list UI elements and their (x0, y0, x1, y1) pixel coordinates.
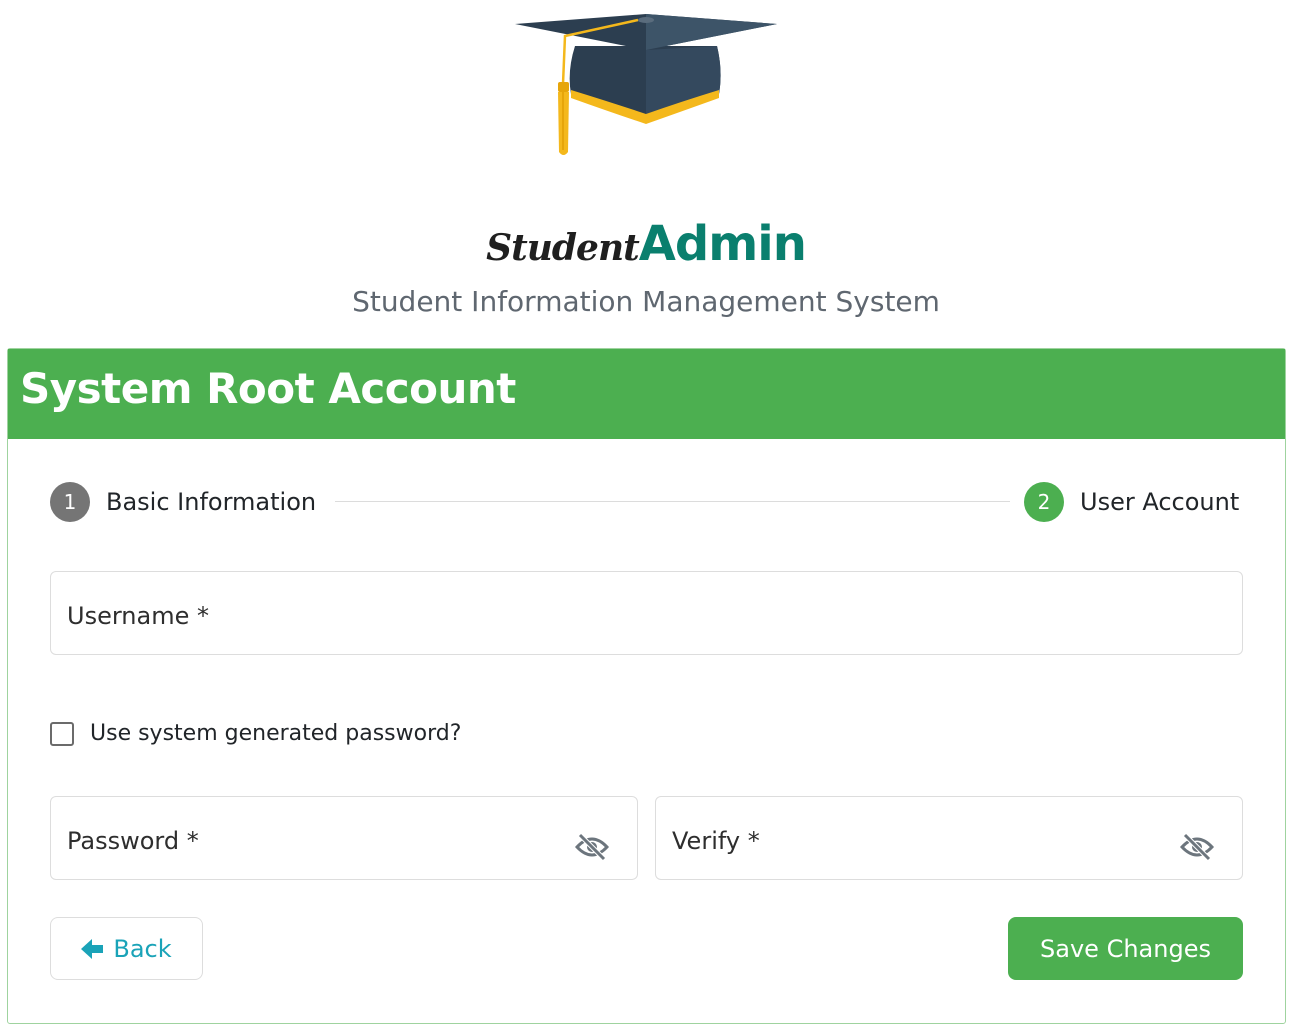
back-button-label: Back (113, 934, 172, 963)
generated-password-checkbox[interactable] (50, 721, 74, 746)
setup-card: System Root Account 1 Basic Information … (7, 348, 1286, 1024)
brand-title: StudentAdmin (0, 214, 1292, 285)
brand-part-admin: Admin (638, 216, 807, 272)
save-changes-button[interactable]: Save Changes (1008, 917, 1243, 980)
step-label: Basic Information (106, 488, 317, 516)
verify-field: Verify * (655, 796, 1243, 880)
brand-part-student: Student (486, 227, 640, 269)
step-label: User Account (1080, 488, 1240, 516)
generated-password-option[interactable]: Use system generated password? (50, 721, 461, 746)
password-field: Password * (50, 796, 638, 880)
save-button-label: Save Changes (1040, 934, 1211, 963)
stepper-connector (335, 501, 1010, 502)
verify-input[interactable] (656, 797, 1242, 879)
graduation-cap-icon (515, 14, 777, 155)
step-basic-information[interactable]: 1 Basic Information (50, 482, 316, 522)
brand-subtitle: Student Information Management System (352, 285, 940, 318)
arrow-left-icon (81, 938, 104, 959)
eye-slash-icon[interactable] (575, 833, 609, 861)
step-number-badge: 1 (50, 482, 90, 522)
step-user-account[interactable]: 2 User Account (1024, 482, 1239, 522)
generated-password-label: Use system generated password? (90, 721, 462, 746)
eye-slash-icon[interactable] (1180, 833, 1214, 861)
username-input[interactable] (51, 572, 1242, 654)
password-input[interactable] (51, 797, 637, 879)
back-button[interactable]: Back (50, 917, 203, 980)
card-header: System Root Account (8, 349, 1285, 439)
card-title: System Root Account (20, 364, 516, 413)
username-field: Username * (50, 571, 1243, 655)
step-number-badge: 2 (1024, 482, 1064, 522)
